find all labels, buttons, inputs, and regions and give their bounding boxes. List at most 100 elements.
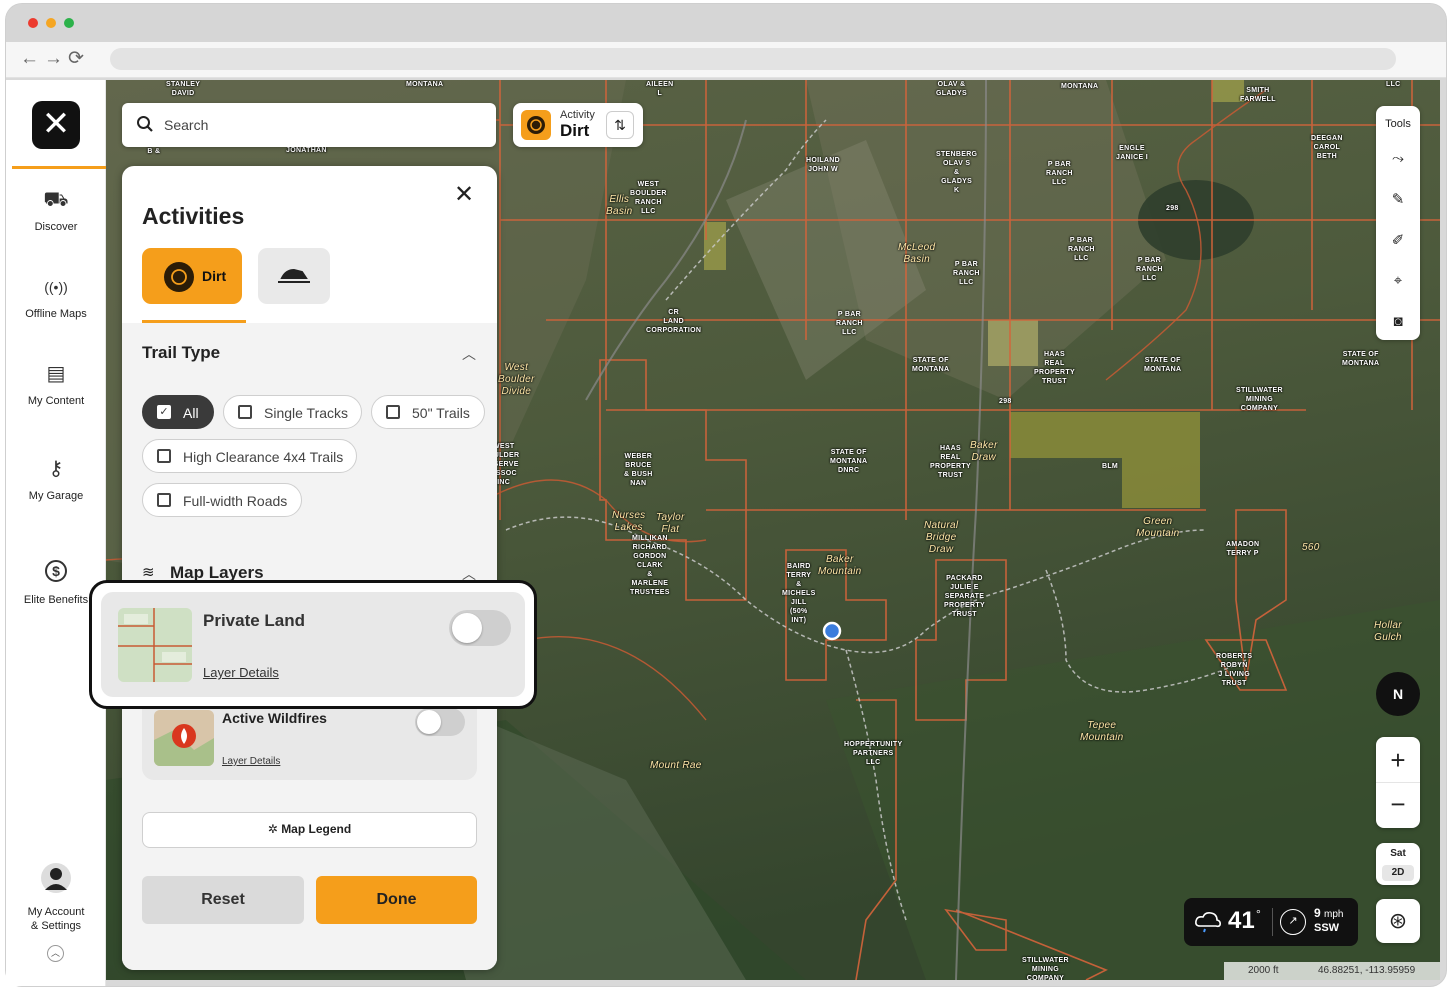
map-label: Nurses Lakes xyxy=(612,510,646,533)
logo-underline xyxy=(12,166,106,169)
activity-value: Dirt xyxy=(560,121,590,140)
zoom-out-button[interactable]: − xyxy=(1376,789,1420,819)
activities-panel: ✕ Activities Dirt Trail Type ︿ ✓ All Sin… xyxy=(122,166,497,970)
activity-label: Activity xyxy=(560,109,595,121)
map-label: ROBERTS ROBYN J LIVING TRUST xyxy=(1216,653,1253,687)
tools-panel: Tools ⤳ ✎ ✐ ⌖ ◙ xyxy=(1376,106,1420,340)
forward-arrow-icon[interactable]: → xyxy=(44,48,63,70)
map-coordinates: 46.88251, -113.95959 xyxy=(1318,965,1416,976)
reload-icon[interactable]: ⟳ xyxy=(68,48,84,70)
map-label: McLeod Basin xyxy=(898,242,936,265)
filter-all[interactable]: ✓ All xyxy=(142,395,214,429)
highlighted-layer-callout: Private Land Layer Details xyxy=(89,580,537,709)
map-label: MILLIKAN RICHARD GORDON CLARK & MARLENE … xyxy=(630,535,670,596)
draw-shape-icon[interactable]: ✐ xyxy=(1376,232,1420,250)
minimize-window-dot[interactable] xyxy=(46,18,56,28)
close-window-dot[interactable] xyxy=(28,18,38,28)
filter-single-tracks[interactable]: Single Tracks xyxy=(223,395,362,429)
layer-details-link[interactable]: Layer Details xyxy=(222,756,280,767)
activity-selector[interactable]: Activity Dirt ⇅ xyxy=(513,103,643,147)
map-legend-label: Map Legend xyxy=(281,822,352,836)
account-settings-label: My Account & Settings xyxy=(27,906,85,932)
sidebar-item-account[interactable]: My Account & Settings xyxy=(6,863,106,933)
current-location-dot[interactable] xyxy=(822,621,842,641)
reset-button[interactable]: Reset xyxy=(142,876,304,924)
map-label: HOPPERTUNITY PARTNERS LLC xyxy=(844,741,903,766)
scale-distance: 2000 ft xyxy=(1248,965,1279,976)
map-legend-button[interactable]: ✲ Map Legend xyxy=(142,812,477,848)
map-label: Taylor Flat xyxy=(656,512,685,535)
filter-label: 50" Trails xyxy=(412,405,470,421)
sidebar-item-my-garage[interactable]: ⚷ My Garage xyxy=(6,455,106,503)
wind-speed-value: 9 xyxy=(1314,906,1321,920)
checkbox-icon xyxy=(386,405,400,419)
map-label: Baker Draw xyxy=(970,440,998,463)
map-label: 298 xyxy=(1166,205,1179,212)
filter-label: All xyxy=(183,405,199,421)
filter-label: High Clearance 4x4 Trails xyxy=(183,449,344,465)
wind-speed-unit: mph xyxy=(1324,909,1344,920)
sidebar-item-label: Discover xyxy=(34,221,78,233)
view-mode-label: 2D xyxy=(1382,865,1414,881)
map-label: OLAV & GLADYS xyxy=(936,81,967,97)
sidebar-item-offline-maps[interactable]: ((•)) Offline Maps xyxy=(6,273,106,321)
tab-snowmobile[interactable] xyxy=(258,248,330,304)
search-input[interactable]: Search xyxy=(164,117,208,133)
close-icon[interactable]: ✕ xyxy=(454,180,474,209)
draw-line-icon[interactable]: ✎ xyxy=(1376,191,1420,209)
sidebar: ✕ ⛟ Discover ((•)) Offline Maps ▤ My Con… xyxy=(6,80,106,986)
waypoint-pin-icon[interactable]: ⌖ xyxy=(1376,272,1420,290)
filter-label: Single Tracks xyxy=(264,405,349,421)
map-label: STATE OF MONTANA xyxy=(1342,351,1380,367)
address-bar: ← → ⟳ xyxy=(6,42,1446,78)
sidebar-item-discover[interactable]: ⛟ Discover xyxy=(6,186,106,234)
dirt-tire-icon xyxy=(521,110,551,140)
snowmobile-icon xyxy=(276,266,312,291)
sidebar-item-my-content[interactable]: ▤ My Content xyxy=(6,360,106,408)
recenter-button[interactable]: ⊛ xyxy=(1376,899,1420,943)
filter-50-trails[interactable]: 50" Trails xyxy=(371,395,485,429)
map-label: Hollar Gulch xyxy=(1374,620,1402,643)
route-icon[interactable]: ⤳ xyxy=(1376,150,1420,168)
filter-high-clearance[interactable]: High Clearance 4x4 Trails xyxy=(142,439,357,473)
map-label: Baker Mountain xyxy=(818,554,862,577)
map-label: STATE OF MONTANA xyxy=(1144,357,1182,373)
checkbox-icon xyxy=(157,493,171,507)
compass-north-button[interactable]: N xyxy=(1376,672,1420,716)
map-label: BAIRD TERRY & MICHELS JILL (50% INT) xyxy=(782,563,816,624)
done-button[interactable]: Done xyxy=(316,876,477,924)
private-land-toggle[interactable] xyxy=(449,610,511,646)
collapse-chevron-icon[interactable]: ︿ xyxy=(47,945,64,962)
back-arrow-icon[interactable]: ← xyxy=(20,48,39,70)
filter-adjust-icon[interactable]: ⇅ xyxy=(606,111,634,139)
zoom-in-button[interactable]: + xyxy=(1376,745,1420,775)
checkbox-checked-icon: ✓ xyxy=(157,405,171,419)
app-logo-close[interactable]: ✕ xyxy=(32,101,80,149)
sidebar-item-label: Offline Maps xyxy=(25,308,87,320)
url-field[interactable] xyxy=(110,48,1396,70)
sidebar-item-label: My Content xyxy=(27,395,85,407)
search-bar[interactable]: Search xyxy=(122,103,496,147)
maximize-window-dot[interactable] xyxy=(64,18,74,28)
layer-details-link[interactable]: Layer Details xyxy=(203,665,279,680)
filter-label: Full-width Roads xyxy=(183,493,288,509)
map-label: Natural Bridge Draw xyxy=(924,520,959,555)
zoom-divider xyxy=(1376,782,1420,783)
map-label: MONTANA xyxy=(1061,83,1099,90)
discover-icon: ⛟ xyxy=(43,189,69,211)
layer-card-private-land: Private Land Layer Details xyxy=(101,592,525,697)
map-mode-toggle[interactable]: Sat 2D xyxy=(1376,843,1420,885)
map-label: 560 xyxy=(1302,542,1320,553)
map-label: HAAS REAL PROPERTY TRUST xyxy=(1034,351,1075,385)
tab-dirt[interactable]: Dirt xyxy=(142,248,242,304)
wildfire-toggle[interactable] xyxy=(415,708,465,736)
map-label: HOILAND JOHN W xyxy=(806,157,840,173)
map-label: DEEGAN CAROL BETH xyxy=(1311,135,1343,160)
wind-speed: 9 mph xyxy=(1314,906,1343,920)
weather-divider xyxy=(1272,908,1273,936)
chevron-up-icon[interactable]: ︿ xyxy=(462,344,476,364)
filter-full-width-roads[interactable]: Full-width Roads xyxy=(142,483,302,517)
weather-widget[interactable]: 41 ° ↗ 9 mph SSW xyxy=(1184,898,1358,946)
map-label: STATE OF MONTANA DNRC xyxy=(830,449,868,474)
camera-icon[interactable]: ◙ xyxy=(1376,313,1420,331)
